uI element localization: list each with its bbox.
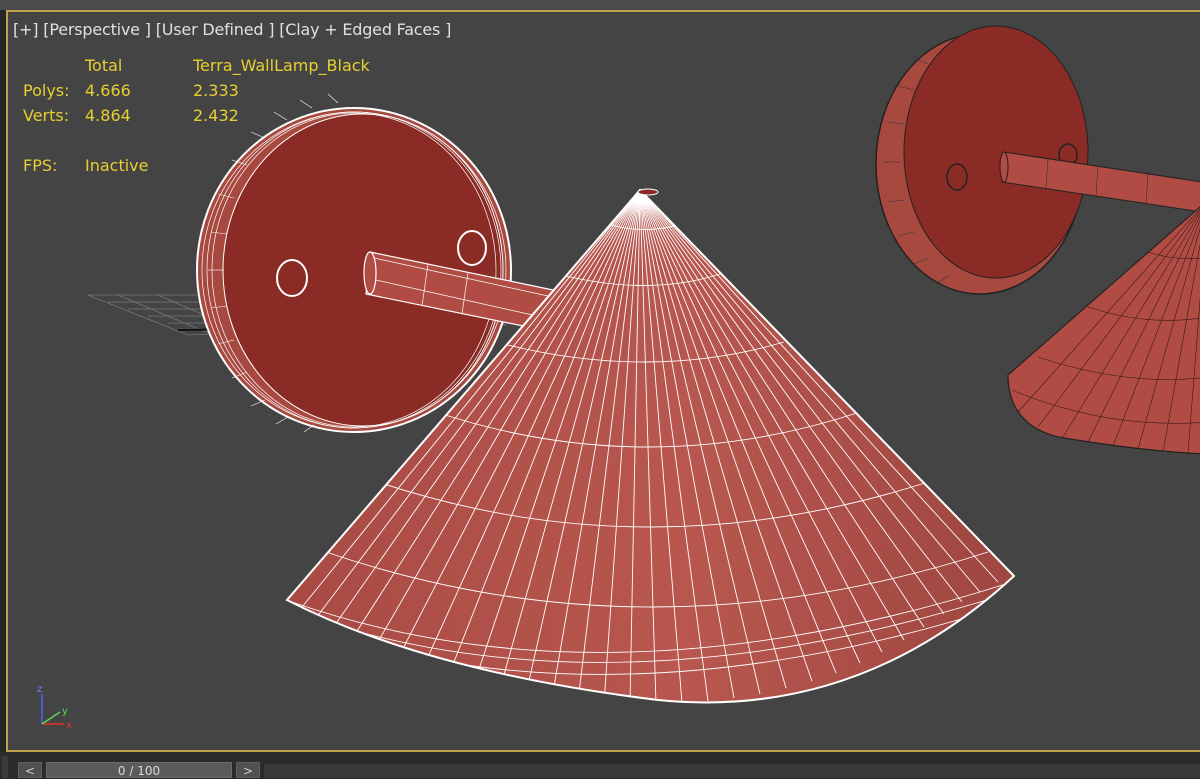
time-slider-track[interactable] (264, 764, 1200, 778)
time-slider-grip[interactable] (2, 756, 8, 778)
viewport-general-menu[interactable]: [+] (13, 20, 38, 39)
stats-verts-total: 4.864 (85, 106, 131, 125)
stats-object-header: Terra_WallLamp_Black (193, 56, 370, 75)
stats-fps-value: Inactive (85, 156, 149, 175)
stats-total-header: Total (85, 56, 123, 75)
axis-x-label: x (66, 720, 72, 731)
viewport-shading-menu[interactable]: [Clay + Edged Faces ] (279, 20, 451, 39)
next-frame-button[interactable]: > (236, 762, 260, 778)
stats-polys-object: 2.333 (193, 81, 239, 100)
axis-z-label: z (37, 684, 42, 695)
perspective-viewport[interactable]: z x y [+] [Perspective] [User Defined]… (6, 10, 1200, 752)
stats-verts-object: 2.432 (193, 106, 239, 125)
viewport-view-menu[interactable]: [Perspective ] (43, 20, 151, 39)
stats-polys-label: Polys: (23, 81, 70, 100)
viewport-label-menu: [+] [Perspective ] [User Defined ] [Clay + … (13, 20, 456, 39)
stats-fps-label: FPS: (23, 156, 58, 175)
axis-tripod (41, 694, 64, 725)
stats-polys-total: 4.666 (85, 81, 131, 100)
wall-plate-left[interactable] (196, 93, 512, 433)
top-strip (0, 0, 1200, 10)
viewport-stereo-menu[interactable]: [User Defined ] (156, 20, 275, 39)
time-slider-bar: < 0 / 100 > (0, 752, 1200, 778)
scene-canvas[interactable]: z x y (8, 12, 1200, 752)
stats-verts-label: Verts: (23, 106, 70, 125)
axis-y-label: y (62, 706, 68, 717)
time-slider[interactable]: 0 / 100 (46, 762, 232, 778)
prev-frame-button[interactable]: < (18, 762, 42, 778)
